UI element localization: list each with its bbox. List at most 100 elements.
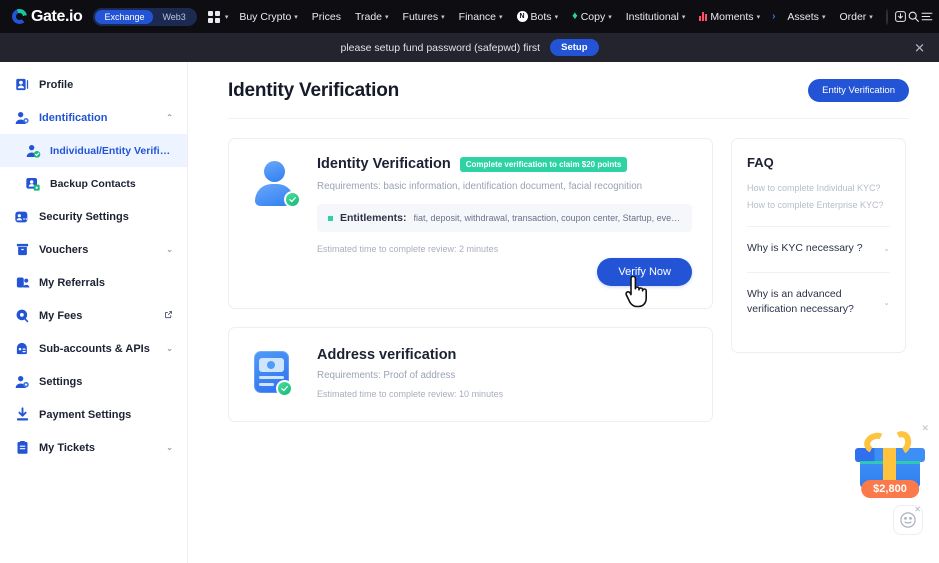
entitlements-text: fiat, deposit, withdrawal, transaction, … [413, 213, 681, 223]
chevron-down-icon: ▾ [499, 13, 503, 21]
chevron-down-icon: ⌄ [166, 245, 173, 254]
identification-icon [13, 109, 31, 127]
nav-item-assets[interactable]: Assets ▾ [780, 0, 832, 33]
chevron-up-icon: ⌃ [166, 113, 173, 122]
sidebar-item-security-settings[interactable]: Security Settings [0, 200, 187, 233]
faq-link-individual-kyc[interactable]: How to complete Individual KYC? [747, 183, 890, 193]
verified-check-icon [276, 380, 293, 397]
nav-label: Buy Crypto [239, 10, 292, 23]
entity-verification-button[interactable]: Entity Verification [808, 79, 909, 102]
faq-question-advanced-verification[interactable]: Why is an advanced verification necessar… [747, 287, 890, 317]
grid-apps-icon [207, 10, 220, 23]
nav-item-institutional[interactable]: Institutional ▾ [619, 0, 693, 33]
nav-item-finance[interactable]: Finance ▾ [452, 0, 510, 33]
avatar[interactable] [885, 8, 888, 25]
chevron-down-icon: ▾ [681, 13, 686, 21]
chevron-down-icon: ▾ [554, 13, 559, 21]
entitlements-label: Entitlements: [340, 212, 407, 224]
bots-icon: N [516, 11, 528, 22]
nav-more-arrow-icon[interactable]: › [767, 11, 780, 22]
fund-password-banner: please setup fund password (safepwd) fir… [0, 33, 939, 62]
vouchers-icon [13, 241, 31, 259]
nav-item-moments[interactable]: Moments ▾ [692, 0, 767, 33]
nav-label: Futures [402, 10, 439, 23]
chevron-down-icon: ▾ [821, 13, 826, 21]
tickets-icon [13, 439, 31, 457]
sidebar-item-my-tickets[interactable]: My Tickets ⌄ [0, 431, 187, 464]
entitlements-bar: Entitlements: fiat, deposit, withdrawal,… [317, 204, 692, 232]
chevron-down-icon: ⌄ [883, 297, 890, 307]
segment-web3[interactable]: Web3 [153, 10, 194, 24]
sidebar-item-label: My Tickets [39, 441, 96, 454]
sidebar-item-identification[interactable]: Identification ⌃ [0, 101, 187, 134]
faq-title: FAQ [747, 155, 774, 170]
bullet-icon [328, 215, 333, 221]
chevron-down-icon: ▾ [608, 13, 612, 21]
requirements-text: Requirements: Proof of address [317, 370, 456, 381]
requirements-text: Requirements: basic information, identif… [317, 181, 643, 192]
brand-logo[interactable]: Gate.io [12, 8, 83, 26]
sidebar-item-sub-accounts-apis[interactable]: Sub-accounts & APIs ⌄ [0, 332, 187, 365]
sidebar-item-my-fees[interactable]: My Fees [0, 299, 187, 332]
chevron-down-icon: ⌄ [883, 244, 890, 254]
faq-question-kyc-necessary[interactable]: Why is KYC necessary ? ⌄ [747, 241, 890, 256]
nav-label: Finance [458, 10, 497, 23]
faq-question-text: Why is KYC necessary ? [747, 242, 863, 254]
sidebar: Profile Identification ⌃ Individual/Enti… [0, 62, 188, 563]
close-icon[interactable]: ✕ [914, 505, 921, 514]
close-icon[interactable]: ✕ [914, 41, 925, 54]
sidebar-item-profile[interactable]: Profile [0, 68, 187, 101]
sidebar-item-backup-contacts[interactable]: Backup Contacts [0, 167, 187, 200]
segment-exchange[interactable]: Exchange [95, 9, 154, 24]
gate-logo-icon [12, 9, 27, 24]
sidebar-item-vouchers[interactable]: Vouchers ⌄ [0, 233, 187, 266]
nav-label: Prices [311, 10, 341, 23]
verify-now-button[interactable]: Verify Now [597, 258, 692, 286]
nav-item-prices[interactable]: Prices [305, 0, 348, 33]
support-smiley-widget[interactable]: ✕ [893, 505, 923, 535]
nav-label: Bots [530, 10, 552, 23]
individual-verification-icon [24, 142, 42, 160]
nav-item-futures[interactable]: Futures ▾ [396, 0, 452, 33]
nav-label: Assets [787, 10, 819, 23]
exchange-web3-toggle[interactable]: Exchange Web3 [93, 7, 197, 26]
sidebar-item-individual-entity-verification[interactable]: Individual/Entity Verification [0, 134, 187, 167]
chevron-down-icon: ⌄ [166, 344, 173, 353]
external-link-icon [164, 310, 173, 321]
estimated-time-text: Estimated time to complete review: 10 mi… [317, 389, 504, 399]
nav-label: Moments [710, 10, 754, 23]
gift-promo-widget[interactable]: ✕ $2,800 [853, 423, 929, 498]
faq-divider [747, 272, 890, 274]
estimated-time-text: Estimated time to complete review: 2 min… [317, 244, 499, 254]
page-header: Identity Verification Entity Verificatio… [228, 79, 909, 102]
chevron-down-icon: ▾ [441, 13, 445, 21]
moments-icon [699, 12, 708, 21]
search-icon[interactable] [907, 0, 920, 33]
setup-button[interactable]: Setup [550, 39, 599, 56]
sidebar-item-settings[interactable]: Settings [0, 365, 187, 398]
download-icon[interactable] [894, 0, 907, 33]
apps-grid-menu[interactable]: ▾ [207, 0, 233, 33]
nav-item-bots[interactable]: N Bots ▾ [510, 0, 566, 33]
sidebar-item-label: Security Settings [39, 210, 129, 223]
sidebar-item-label: Vouchers [39, 243, 89, 256]
faq-panel: FAQ How to complete Individual KYC? How … [731, 138, 906, 353]
nav-item-copy[interactable]: ♦ Copy ▾ [565, 0, 619, 33]
sidebar-item-payment-settings[interactable]: Payment Settings [0, 398, 187, 431]
menu-icon[interactable] [920, 0, 934, 33]
address-document-icon [251, 349, 303, 401]
sidebar-item-label: Profile [39, 78, 74, 91]
nav-label: Order [839, 10, 867, 23]
fees-icon [13, 307, 31, 325]
copy-flame-icon: ♦ [572, 10, 578, 22]
faq-divider [747, 226, 890, 227]
sidebar-item-my-referrals[interactable]: My Referrals [0, 266, 187, 299]
nav-item-order[interactable]: Order ▾ [832, 0, 879, 33]
faq-link-enterprise-kyc[interactable]: How to complete Enterprise KYC? [747, 200, 890, 210]
nav-item-buy-crypto[interactable]: Buy Crypto ▾ [232, 0, 304, 33]
chevron-down-icon: ▾ [294, 13, 298, 21]
content-columns: Identity Verification Complete verificat… [228, 138, 909, 422]
sidebar-item-label: Payment Settings [39, 408, 132, 421]
sidebar-item-label: Identification [39, 111, 108, 124]
nav-item-trade[interactable]: Trade ▾ [348, 0, 396, 33]
